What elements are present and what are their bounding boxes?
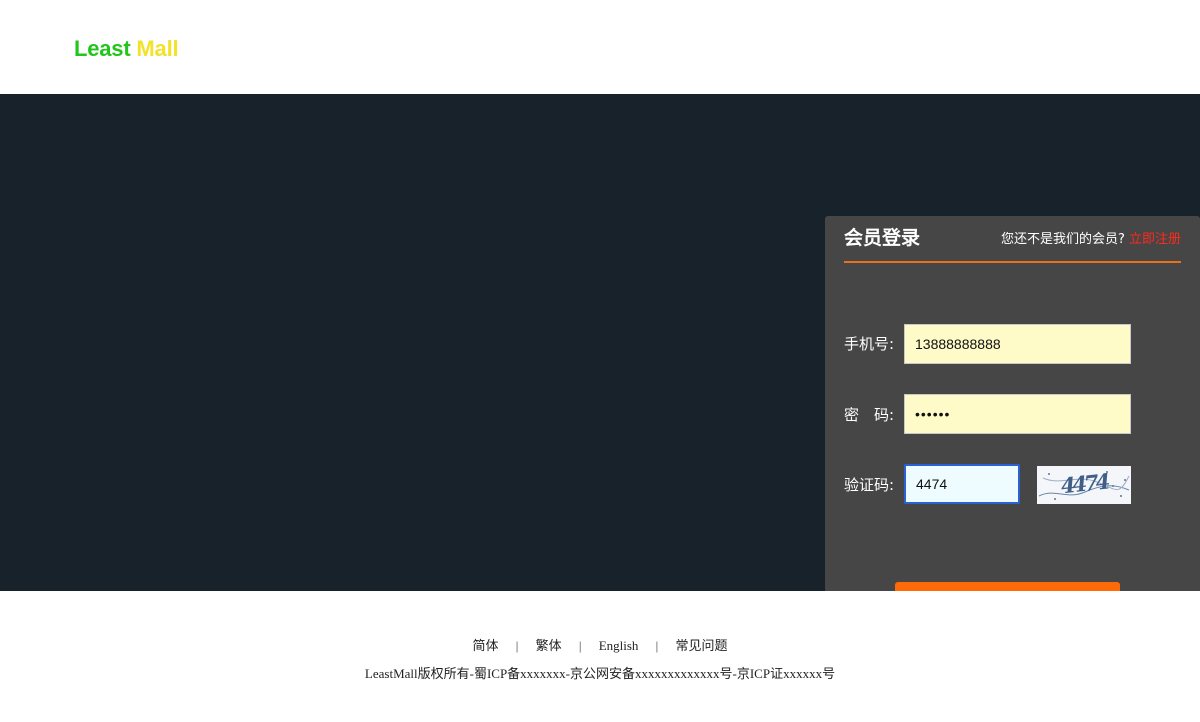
captcha-label: 验证码: [844,476,895,494]
footer-link-faq[interactable]: 常见问题 [676,638,728,653]
login-title: 会员登录 [844,227,921,249]
site-header: Least Mall [0,0,1200,94]
phone-label: 手机号: [844,335,895,353]
hero-banner: 会员登录 您还不是我们的会员? 立即注册 手机号: 密 码: 验证码: 4474 [0,94,1200,657]
site-footer: 简体 | 繁体 | English | 常见问题 LeastMall版权所有-蜀… [0,591,1200,722]
footer-links: 简体 | 繁体 | English | 常见问题 [0,635,1200,654]
logo-text-mall: Mall [136,36,179,61]
password-input[interactable] [904,394,1131,434]
svg-text:4474: 4474 [1060,468,1111,498]
phone-input[interactable] [904,324,1131,364]
footer-separator: | [515,638,519,653]
password-label: 密 码: [844,406,895,424]
copyright-text: LeastMall版权所有-蜀ICP备xxxxxxx-京公网安备xxxxxxxx… [364,666,836,681]
title-divider [844,261,1181,263]
site-logo[interactable]: Least Mall [74,36,179,62]
register-prompt: 您还不是我们的会员? [1000,232,1125,247]
footer-link-english[interactable]: English [599,638,639,653]
captcha-input[interactable] [904,464,1020,504]
logo-text-least: Least [74,36,131,61]
captcha-image[interactable]: 4474 [1037,466,1131,504]
footer-link-simplified[interactable]: 简体 [472,638,498,653]
footer-separator: | [578,638,582,653]
captcha-graphic: 4474 [1037,466,1131,504]
register-link[interactable]: 立即注册 [1129,232,1181,247]
footer-link-traditional[interactable]: 繁体 [536,638,562,653]
footer-separator: | [655,638,659,653]
register-hint: 您还不是我们的会员? 立即注册 [1001,228,1181,247]
